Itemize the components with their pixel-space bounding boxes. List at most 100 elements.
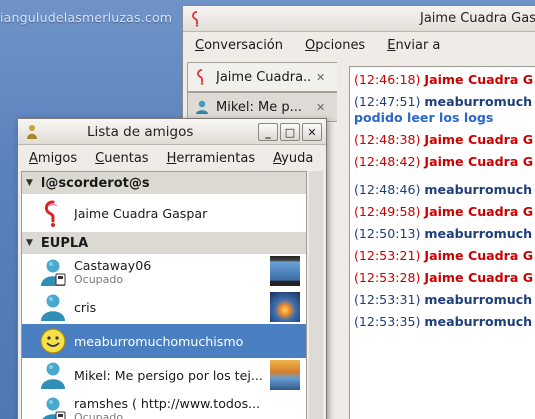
message-sender: Jaime Cuadra G (424, 132, 534, 147)
chat-window-title: Jaime Cuadra Gas (420, 11, 535, 26)
smiley-icon (40, 328, 66, 354)
group-name: EUPLA (40, 235, 89, 251)
buddy-info: Jaime Cuadra Gaspar (74, 206, 264, 221)
message-line: (12:53:35) meaburromuch (354, 314, 535, 330)
expander-icon[interactable]: ▼ (26, 238, 33, 248)
msn-user-icon (41, 362, 65, 389)
buddy-info: ramshes ( http://www.todos... Ocupado (74, 396, 264, 419)
maximize-button[interactable]: □ (280, 123, 300, 141)
close-button[interactable]: ✕ (302, 123, 322, 141)
buddy-list-menubar: Amigos Cuentas Herramientas Ayuda (18, 145, 326, 171)
pidgin-icon (197, 69, 204, 85)
menu-herramientas[interactable]: Herramientas (162, 150, 261, 167)
message-line: (12:49:58) Jaime Cuadra G (354, 204, 535, 220)
buddy-info: Mikel: Me persigo por los tej... (74, 368, 264, 383)
tab-label: Jaime Cuadra... (216, 69, 312, 85)
expander-icon[interactable]: ▼ (26, 178, 33, 188)
message-sender: meaburromuch (424, 292, 533, 307)
tab-label: Mikel: Me p... (216, 99, 303, 115)
message-line: (12:53:21) Jaime Cuadra G (354, 248, 535, 264)
buddy-icon-wrap (38, 257, 68, 287)
pidgin-icon (44, 200, 58, 227)
message-timestamp: (12:46:18) (354, 72, 425, 87)
message-sender: Jaime Cuadra G (424, 270, 534, 285)
message-timestamp: (12:53:31) (354, 292, 425, 307)
buddy-icon-wrap (38, 292, 68, 322)
message-line: (12:46:18) Jaime Cuadra G (354, 72, 535, 88)
buddy-name: cris (74, 299, 97, 315)
message-line: (12:47:51) meaburromuch (354, 94, 535, 110)
buddy-name: Castaway06 (74, 258, 152, 273)
message-timestamp: (12:50:13) (354, 226, 425, 241)
buddy-row[interactable]: ramshes ( http://www.todos... Ocupado (22, 392, 306, 419)
msn-busy-icon (41, 259, 66, 286)
message-line: (12:48:46) meaburromuch (354, 182, 535, 198)
message-text: podido leer los logs (354, 110, 494, 125)
message-line: (12:48:38) Jaime Cuadra G (354, 132, 535, 148)
message-sender: meaburromuch (424, 94, 533, 109)
buddy-row[interactable]: cris (22, 290, 306, 324)
buddy-row[interactable]: meaburromuchomuchismo (22, 324, 306, 358)
conversation-log[interactable]: (12:46:18) Jaime Cuadra G (12:47:51) meab… (349, 66, 535, 419)
msn-busy-icon (42, 397, 66, 419)
message-timestamp: (12:48:42) (354, 154, 425, 169)
message-sender: Jaime Cuadra G (424, 72, 534, 87)
minimize-button[interactable]: _ (258, 123, 278, 141)
buddy-list-title: Lista de amigos (87, 123, 194, 140)
buddy-icon-wrap (38, 360, 68, 390)
message-timestamp: (12:53:28) (354, 270, 425, 285)
menu-ayuda[interactable]: Ayuda (268, 150, 318, 167)
buddy-icon-wrap (38, 198, 68, 228)
conversation-tabs: Jaime Cuadra... ✕ Mikel: Me p... ✕ (187, 62, 337, 122)
menu-cuentas[interactable]: Cuentas (90, 150, 153, 167)
menu-amigos[interactable]: Amigos (24, 150, 82, 167)
buddy-list-titlebar[interactable]: Lista de amigos _ □ ✕ (18, 119, 326, 145)
tab-jaime[interactable]: Jaime Cuadra... ✕ (187, 62, 337, 92)
pidgin-icon (192, 10, 199, 27)
buddy-name: Jaime Cuadra Gaspar (74, 205, 208, 221)
buddy-info: meaburromuchomuchismo (74, 334, 264, 349)
message-timestamp: (12:53:35) (354, 314, 425, 329)
message-timestamp: (12:48:46) (354, 182, 425, 197)
message-timestamp: (12:48:38) (354, 132, 425, 147)
buddy-icon-wrap (38, 395, 68, 419)
group-header[interactable]: ▼ EUPLA (22, 232, 306, 254)
group-name: l@scorderot@s (40, 175, 150, 191)
menu-opciones[interactable]: Opciones (299, 36, 371, 55)
message-sender: Jaime Cuadra G (424, 248, 534, 263)
message-line: (12:48:42) Jaime Cuadra G (354, 154, 535, 170)
desktop-caption: ianguludelasmerluzas.com (0, 10, 173, 25)
message-timestamp: (12:53:21) (354, 248, 425, 263)
msn-user-icon (196, 100, 208, 114)
buddy-list-window: Lista de amigos _ □ ✕ Amigos Cuentas Herra… (17, 118, 327, 419)
close-icon[interactable]: ✕ (316, 71, 325, 84)
menu-conversacion[interactable]: Conversación (189, 36, 289, 55)
group-header[interactable]: ▼ l@scorderot@s (22, 172, 306, 194)
buddy-row[interactable]: Mikel: Me persigo por los tej... (22, 358, 306, 392)
msn-user-icon (41, 294, 65, 321)
buddy-list-icon (27, 124, 37, 139)
buddy-info: Castaway06 Ocupado (74, 258, 264, 286)
buddy-status: Ocupado (74, 273, 124, 286)
message-sender: meaburromuch (424, 226, 533, 241)
close-icon[interactable]: ✕ (316, 101, 325, 114)
message-line: (12:53:28) Jaime Cuadra G (354, 270, 535, 286)
buddy-name: meaburromuchomuchismo (74, 333, 244, 349)
launch-avatar (270, 292, 300, 322)
buddy-status: Ocupado (74, 411, 124, 419)
menu-enviar-a[interactable]: Enviar a (381, 36, 446, 55)
buddy-info: cris (74, 300, 264, 315)
chat-titlebar[interactable]: Jaime Cuadra Gas (183, 6, 535, 32)
buddy-name: ramshes ( http://www.todos... (74, 396, 261, 411)
message-line: (12:50:13) meaburromuch (354, 226, 535, 242)
buddy-row[interactable]: Jaime Cuadra Gaspar (22, 194, 306, 232)
buddy-name: Mikel: Me persigo por los tej... (74, 367, 263, 383)
buddy-icon-wrap (38, 326, 68, 356)
chat-menubar: Conversación Opciones Enviar a (183, 32, 535, 59)
landscape-avatar (270, 360, 300, 390)
message-sender: Jaime Cuadra G (424, 154, 534, 169)
message-sender: Jaime Cuadra G (424, 204, 534, 219)
vertical-scrollbar[interactable] (309, 171, 323, 419)
buddy-list: ▼ l@scorderot@s Jaime Cuadra Gaspar ▼ EUPLA C… (21, 171, 307, 419)
buddy-row[interactable]: Castaway06 Ocupado (22, 254, 306, 290)
